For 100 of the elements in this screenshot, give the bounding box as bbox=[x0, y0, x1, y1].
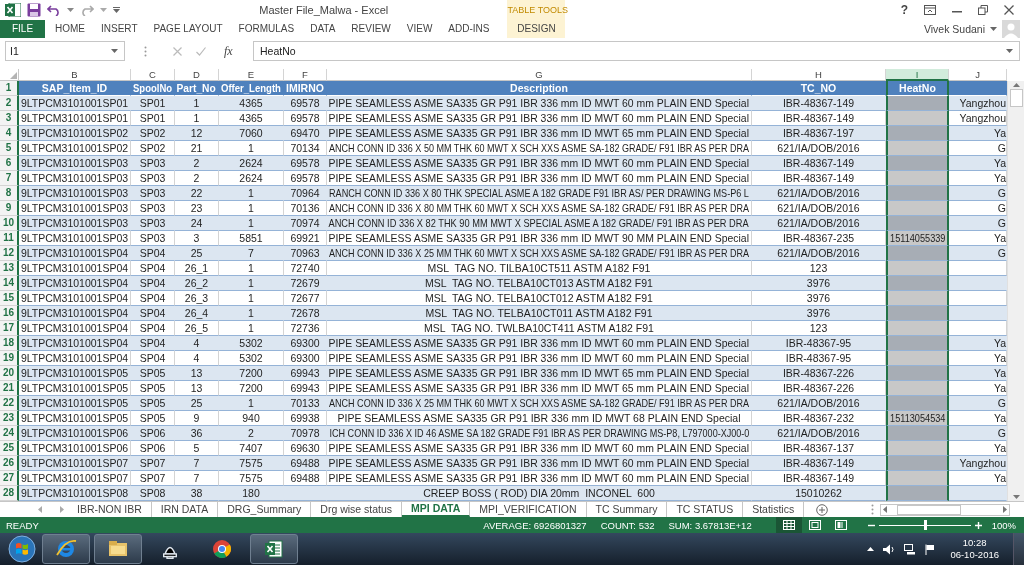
spreadsheet-logo-icon[interactable] bbox=[5, 3, 21, 17]
sum-readout: SUM: 3.67813E+12 bbox=[668, 519, 752, 531]
row-header[interactable]: 22 bbox=[0, 396, 19, 411]
undo-menu-caret-icon[interactable] bbox=[67, 8, 74, 12]
file-tab[interactable]: FILE bbox=[0, 20, 45, 38]
scrollbar-thumb[interactable] bbox=[1009, 89, 1023, 107]
table-cell: IBR-48367-149 bbox=[752, 171, 886, 186]
grip-dots-icon[interactable] bbox=[143, 45, 147, 57]
show-hidden-icons-icon[interactable] bbox=[867, 547, 875, 551]
sheet-tab[interactable]: MPI DATA bbox=[402, 502, 471, 517]
row-header[interactable]: 8 bbox=[0, 186, 19, 201]
row-header[interactable]: 23 bbox=[0, 411, 19, 426]
column-header[interactable]: D bbox=[175, 69, 219, 81]
row-header[interactable]: 10 bbox=[0, 216, 19, 231]
column-header[interactable]: I bbox=[886, 69, 949, 81]
ribbon-tab[interactable]: VIEW bbox=[398, 20, 441, 38]
column-header[interactable]: F bbox=[284, 69, 327, 81]
row-header[interactable]: 9 bbox=[0, 201, 19, 216]
table-cell: 1 bbox=[219, 141, 284, 156]
flag-icon[interactable] bbox=[925, 543, 936, 555]
table-cell: IBR-48367-149 bbox=[752, 156, 886, 171]
ribbon-tab[interactable]: PAGE LAYOUT bbox=[145, 20, 231, 38]
zoom-level[interactable]: 100% bbox=[991, 519, 1016, 531]
undo-icon[interactable] bbox=[47, 4, 61, 16]
row-header[interactable]: 13 bbox=[0, 261, 19, 276]
dropdown-caret-icon[interactable] bbox=[111, 49, 118, 53]
ribbon-tab[interactable]: REVIEW bbox=[343, 20, 399, 38]
ribbon-tab[interactable]: DESIGN bbox=[507, 20, 566, 38]
save-icon[interactable] bbox=[27, 3, 41, 17]
scroll-right-icon[interactable] bbox=[1003, 506, 1007, 513]
restore-icon[interactable] bbox=[978, 5, 988, 15]
row-header[interactable]: 21 bbox=[0, 381, 19, 396]
row-header[interactable]: 7 bbox=[0, 171, 19, 186]
window-title: Master File_Malwa - Excel bbox=[259, 4, 389, 16]
clock-date[interactable]: 06-10-2016 bbox=[950, 549, 999, 561]
column-header[interactable]: B bbox=[19, 69, 131, 81]
row-header[interactable]: 24 bbox=[0, 426, 19, 441]
row-header[interactable]: 16 bbox=[0, 306, 19, 321]
ribbon-tab[interactable]: INSERT bbox=[93, 20, 146, 38]
column-header[interactable]: C bbox=[131, 69, 175, 81]
contextual-group-label: TABLE TOOLS bbox=[507, 4, 566, 17]
scroll-left-icon[interactable] bbox=[883, 506, 887, 513]
row-header[interactable]: 25 bbox=[0, 441, 19, 456]
row-header[interactable]: 18 bbox=[0, 336, 19, 351]
insert-function-button[interactable]: fx bbox=[220, 43, 237, 59]
zoom-in-icon[interactable] bbox=[974, 521, 982, 529]
name-box[interactable]: I1 bbox=[5, 41, 125, 61]
row-header[interactable]: 1 bbox=[0, 81, 19, 96]
row-header[interactable]: 5 bbox=[0, 141, 19, 156]
column-header[interactable]: G bbox=[327, 69, 752, 81]
column-header[interactable]: H bbox=[752, 69, 886, 81]
row-header[interactable]: 20 bbox=[0, 366, 19, 381]
horizontal-scrollbar[interactable] bbox=[880, 503, 1010, 516]
table-cell: 72740 bbox=[284, 261, 327, 276]
grip-dots-icon[interactable] bbox=[871, 504, 874, 515]
ribbon-tab[interactable]: FORMULAS bbox=[230, 20, 303, 38]
scrollbar-thumb[interactable] bbox=[897, 504, 961, 515]
check-icon[interactable] bbox=[196, 46, 206, 56]
ribbon-tab[interactable]: DATA bbox=[302, 20, 344, 38]
add-sheet-icon[interactable] bbox=[816, 503, 829, 516]
taskbar-app-button[interactable] bbox=[94, 534, 142, 564]
help-button[interactable]: ? bbox=[900, 3, 908, 17]
account-caret-icon[interactable] bbox=[990, 27, 997, 31]
row-header[interactable]: 27 bbox=[0, 471, 19, 486]
row-header[interactable]: 14 bbox=[0, 276, 19, 291]
scroll-down-icon[interactable] bbox=[1012, 495, 1020, 499]
row-header[interactable]: 4 bbox=[0, 126, 19, 141]
row-header[interactable]: 19 bbox=[0, 351, 19, 366]
row-header[interactable]: 12 bbox=[0, 246, 19, 261]
page-break-view-icon[interactable] bbox=[834, 520, 847, 530]
table-cell: 70963 bbox=[284, 246, 327, 261]
row-header[interactable]: 6 bbox=[0, 156, 19, 171]
customize-toolbar-icon[interactable] bbox=[113, 7, 120, 13]
expand-caret-icon[interactable] bbox=[1006, 49, 1013, 53]
table-cell: Ya bbox=[949, 411, 1007, 426]
row-header[interactable]: 17 bbox=[0, 321, 19, 336]
table-cell: PIPE SEAMLESS ASME SA335 GR P91 IBR 336 mm ID MWT 60 mm PLAIN END Special bbox=[327, 171, 752, 186]
speaker-icon[interactable] bbox=[883, 543, 896, 555]
scroll-up-icon[interactable] bbox=[1012, 83, 1020, 87]
view-button[interactable] bbox=[775, 517, 802, 533]
taskbar-app-button[interactable] bbox=[42, 534, 90, 564]
row-header[interactable]: 11 bbox=[0, 231, 19, 246]
user-name[interactable]: Vivek Sudani bbox=[923, 23, 985, 35]
page-layout-view-icon[interactable] bbox=[808, 520, 821, 530]
normal-view-icon[interactable] bbox=[782, 520, 795, 530]
close-icon[interactable] bbox=[1004, 5, 1014, 15]
ribbon-tab[interactable]: HOME bbox=[47, 20, 93, 38]
ribbon-display-options-icon[interactable] bbox=[924, 5, 936, 15]
clock-time[interactable]: 10:28 bbox=[962, 537, 987, 549]
row-header[interactable]: 2 bbox=[0, 96, 19, 111]
ribbon-tab[interactable]: ADD-INS bbox=[440, 20, 498, 38]
formula-field[interactable]: HeatNo bbox=[253, 41, 1020, 61]
column-header[interactable]: E bbox=[219, 69, 284, 81]
row-header[interactable]: 28 bbox=[0, 486, 19, 501]
taskbar-app-button[interactable] bbox=[250, 534, 298, 564]
row-header[interactable]: 3 bbox=[0, 111, 19, 126]
row-header[interactable]: 26 bbox=[0, 456, 19, 471]
row-header[interactable]: 15 bbox=[0, 291, 19, 306]
column-header[interactable]: J bbox=[949, 69, 1007, 81]
slider-thumb[interactable] bbox=[923, 519, 927, 530]
